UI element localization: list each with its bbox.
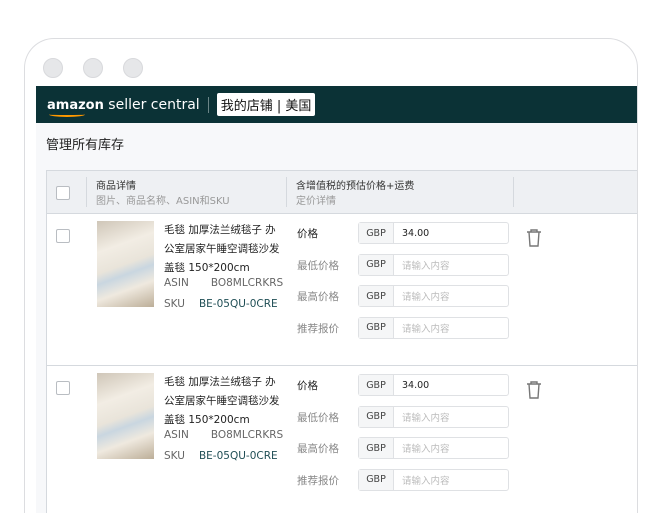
product-image xyxy=(97,221,154,307)
page-title: 管理所有库存 xyxy=(46,138,125,153)
column-header-product: 商品详情图片、商品名称、ASIN和SKU xyxy=(96,179,230,209)
row-checkbox[interactable] xyxy=(56,381,70,395)
price-label: 推荐报价 xyxy=(297,322,339,335)
sku-label: SKU xyxy=(164,298,185,310)
column-title: 含增值税的预估价格+运费 xyxy=(296,181,415,192)
main-content: 管理所有库存 商品详情图片、商品名称、ASIN和SKU 含增值税的预估价格+运费… xyxy=(36,123,637,513)
price-label: 最低价格 xyxy=(297,411,339,424)
column-title: 商品详情 xyxy=(96,181,136,192)
price-input[interactable]: GBP 34.00 xyxy=(358,222,509,244)
browser-window: amazon seller central 我的店铺 | 美国 管理所有库存 商… xyxy=(24,38,638,513)
divider xyxy=(207,96,209,113)
price-value[interactable]: 请输入内容 xyxy=(394,286,508,306)
asin: ASIN BO8MLCRKRS xyxy=(164,429,283,441)
currency-addon: GBP xyxy=(359,317,394,338)
inventory-table: 商品详情图片、商品名称、ASIN和SKU 含增值税的预估价格+运费 定价详情 毛毯… xyxy=(46,170,637,513)
logo-subtext: seller central xyxy=(103,96,200,113)
window-maximize-button[interactable] xyxy=(123,58,143,78)
price-input[interactable]: GBP 请输入内容 xyxy=(358,316,509,339)
asin: ASIN BO8MLCRKRS xyxy=(164,277,283,289)
price-label: 最高价格 xyxy=(297,291,339,303)
product-title[interactable]: 毛毯 加厚法兰绒毯子 办公室居家午睡空调毯沙发盖毯 150*200cm xyxy=(164,373,282,430)
price-label: 推荐报价 xyxy=(297,474,339,487)
sku-value: BE-05QU-0CRE xyxy=(198,450,278,462)
currency-addon: GBP xyxy=(359,375,394,395)
amazon-seller-central-logo[interactable]: amazon seller central xyxy=(47,96,200,117)
price-value[interactable]: 请输入内容 xyxy=(394,407,508,427)
sku: SKU BE-05QU-0CRE xyxy=(164,450,278,462)
product-title[interactable]: 毛毯 加厚法兰绒毯子 办公室居家午睡空调毯沙发盖毯 150*200cm xyxy=(164,221,282,278)
price-label: 价格 xyxy=(297,228,318,240)
currency-addon: GBP xyxy=(359,406,394,427)
currency-addon: GBP xyxy=(359,223,394,243)
price-value[interactable]: 请输入内容 xyxy=(394,438,508,458)
currency-addon: GBP xyxy=(359,469,394,490)
price-value[interactable]: 请输入内容 xyxy=(394,318,508,338)
asin-label: ASIN xyxy=(164,429,189,441)
column-header-price: 含增值税的预估价格+运费 定价详情 xyxy=(296,179,414,209)
store-selector[interactable]: 我的店铺 | 美国 xyxy=(216,93,316,116)
table-header: 商品详情图片、商品名称、ASIN和SKU 含增值税的预估价格+运费 定价详情 xyxy=(47,171,637,214)
price-label: 最低价格 xyxy=(297,259,339,272)
top-navbar: amazon seller central 我的店铺 | 美国 xyxy=(36,86,637,123)
window-close-button[interactable] xyxy=(43,58,63,78)
asin-value: BO8MLCRKRS xyxy=(210,277,284,289)
currency-addon: GBP xyxy=(359,254,394,275)
select-all-checkbox[interactable] xyxy=(56,186,70,200)
divider xyxy=(286,177,287,207)
column-subtitle: 定价详情 xyxy=(296,196,336,207)
table-row: 毛毯 加厚法兰绒毯子 办公室居家午睡空调毯沙发盖毯 150*200cm ASIN… xyxy=(47,214,637,366)
logo-text: amazon xyxy=(47,97,104,113)
divider xyxy=(513,177,514,207)
sku-label: SKU xyxy=(164,450,185,462)
trash-icon[interactable] xyxy=(526,381,542,399)
row-checkbox[interactable] xyxy=(56,229,70,243)
price-value[interactable]: 34.00 xyxy=(394,375,508,395)
table-row: 毛毯 加厚法兰绒毯子 办公室居家午睡空调毯沙发盖毯 150*200cm ASIN… xyxy=(47,366,637,494)
currency-addon: GBP xyxy=(359,438,394,458)
divider xyxy=(86,177,87,207)
sku-value: BE-05QU-0CRE xyxy=(198,298,278,310)
sku: SKU BE-05QU-0CRE xyxy=(164,298,278,310)
product-image xyxy=(97,373,154,459)
price-label: 最高价格 xyxy=(297,443,339,455)
trash-icon[interactable] xyxy=(526,229,542,247)
column-subtitle: 图片、商品名称、ASIN和SKU xyxy=(96,196,230,207)
amazon-smile-icon xyxy=(49,112,85,117)
price-value[interactable]: 请输入内容 xyxy=(394,255,508,275)
price-label: 价格 xyxy=(297,380,318,392)
price-value[interactable]: 34.00 xyxy=(394,223,508,243)
price-input[interactable]: GBP 请输入内容 xyxy=(358,437,509,459)
price-value[interactable]: 请输入内容 xyxy=(394,470,508,490)
window-minimize-button[interactable] xyxy=(83,58,103,78)
asin-label: ASIN xyxy=(164,277,189,289)
price-input[interactable]: GBP 34.00 xyxy=(358,374,509,396)
currency-addon: GBP xyxy=(359,286,394,306)
asin-value: BO8MLCRKRS xyxy=(210,429,284,441)
price-input[interactable]: GBP 请输入内容 xyxy=(358,253,509,276)
price-input[interactable]: GBP 请输入内容 xyxy=(358,405,509,428)
price-input[interactable]: GBP 请输入内容 xyxy=(358,285,509,307)
price-input[interactable]: GBP 请输入内容 xyxy=(358,468,509,491)
